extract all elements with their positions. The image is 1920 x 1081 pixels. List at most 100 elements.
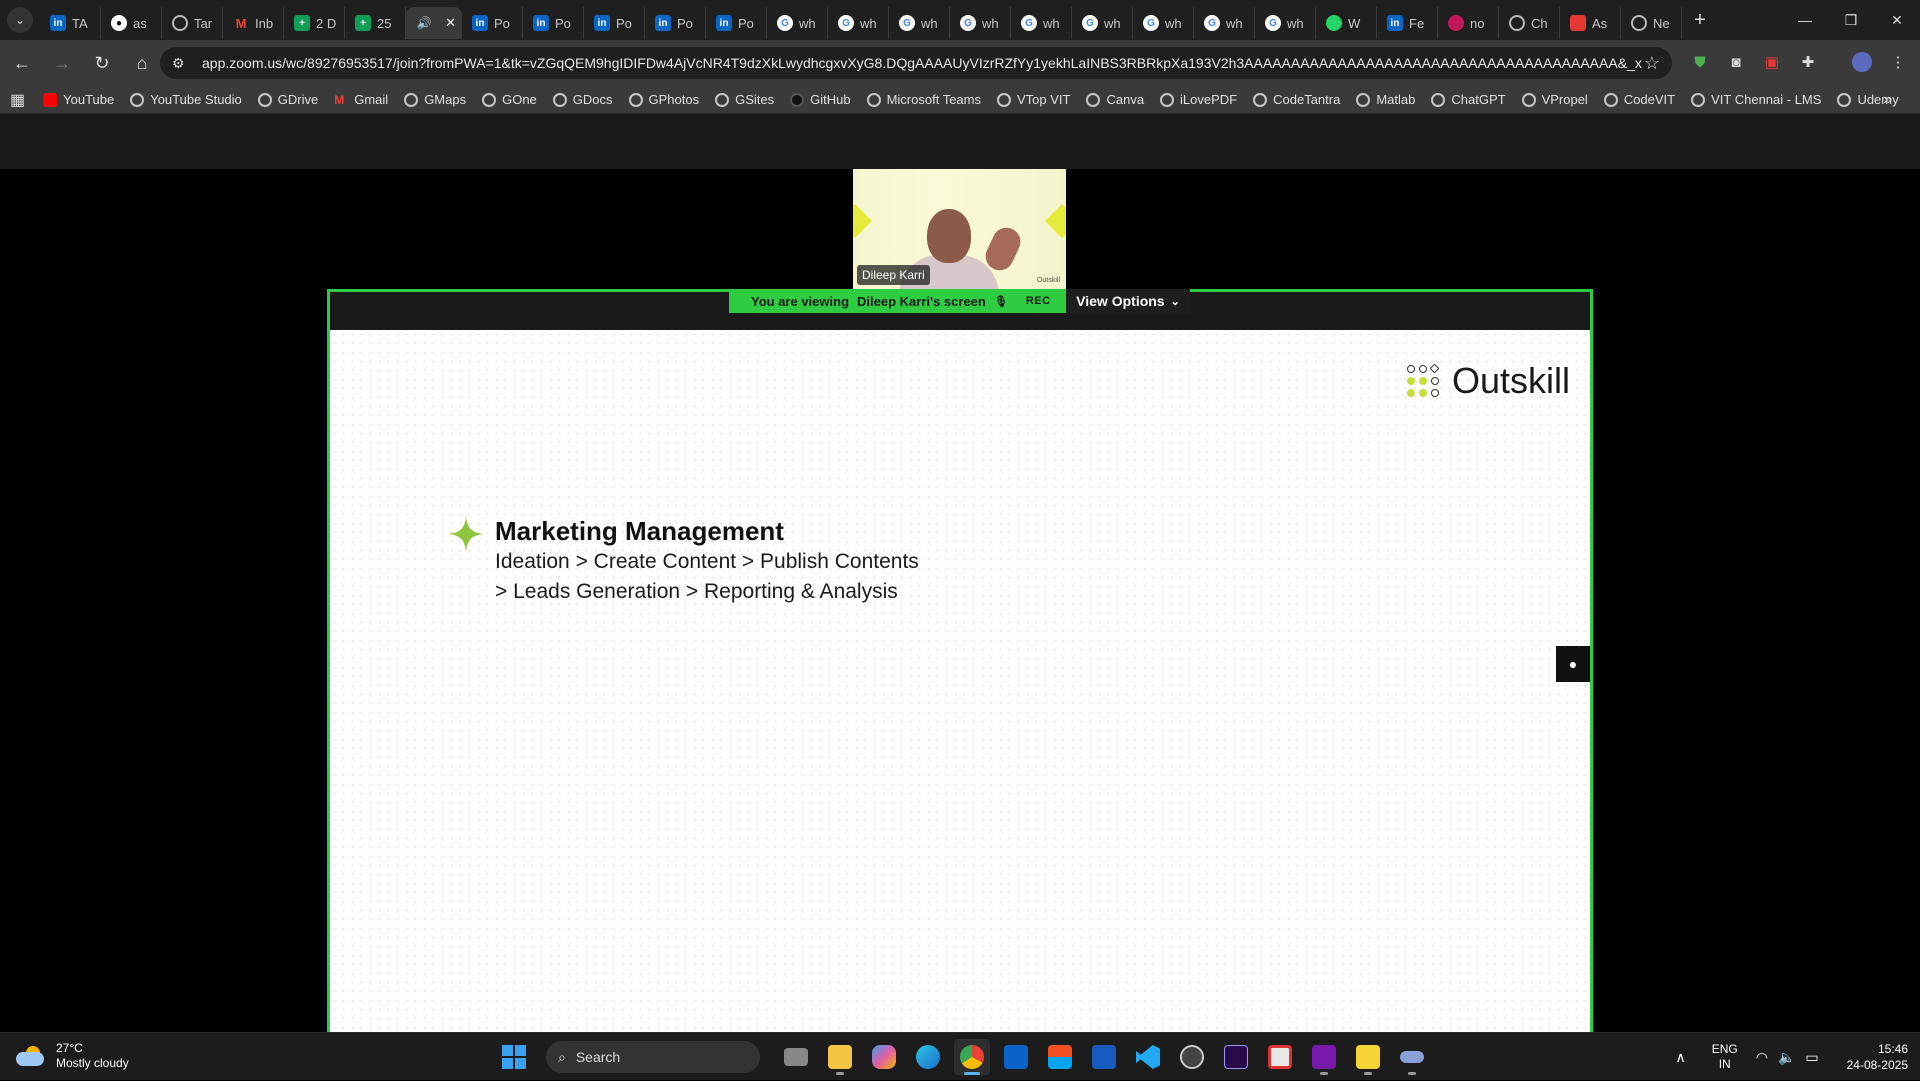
chat-widget-icon[interactable]: ● xyxy=(1556,646,1590,682)
browser-tab[interactable]: in Po xyxy=(523,7,584,39)
close-tab-icon[interactable]: ✕ xyxy=(445,15,456,31)
browser-tab[interactable]: in Fe xyxy=(1377,7,1438,39)
bookmark-item[interactable]: Canva xyxy=(1086,92,1144,107)
task-view-icon[interactable] xyxy=(778,1039,814,1075)
browser-tab[interactable]: Gwh xyxy=(1011,7,1072,39)
forward-button[interactable]: → xyxy=(44,45,80,81)
browser-tab[interactable]: Gwh xyxy=(828,7,889,39)
battery-icon[interactable]: ▭ xyxy=(1805,1049,1818,1066)
bookmark-item[interactable]: YouTube Studio xyxy=(130,92,242,107)
browser-tab[interactable]: +25 xyxy=(345,7,406,39)
browser-tab[interactable]: no xyxy=(1438,7,1499,39)
taskbar-search[interactable]: ⌕ Search xyxy=(546,1041,760,1073)
restore-button[interactable]: ❐ xyxy=(1828,0,1874,40)
browser-tab[interactable]: Ne xyxy=(1621,7,1682,39)
browser-tab[interactable]: M Inb xyxy=(223,7,284,39)
bookmark-item[interactable]: iLovePDF xyxy=(1160,92,1237,107)
browser-tab[interactable]: 🔊 ✕ xyxy=(406,7,462,39)
show-hidden-icons-icon[interactable]: ∧ xyxy=(1675,1049,1685,1066)
store-icon[interactable] xyxy=(1042,1039,1078,1075)
pocket-extension-icon[interactable]: ▣ xyxy=(1758,48,1786,76)
camera-extension-icon[interactable]: ◙ xyxy=(1722,48,1750,76)
more-bookmarks-icon[interactable]: » xyxy=(1883,91,1892,109)
shield-extension-icon[interactable]: ⛊ xyxy=(1686,48,1714,76)
bookmark-item[interactable]: VPropel xyxy=(1521,92,1588,107)
weather-widget[interactable]: 27°C Mostly cloudy xyxy=(16,1041,129,1071)
site-info-icon[interactable]: ⚙ xyxy=(172,55,192,72)
bookmark-item[interactable]: CodeTantra xyxy=(1253,92,1340,107)
copilot-icon[interactable] xyxy=(866,1039,902,1075)
zoom-app-icon[interactable] xyxy=(1394,1039,1430,1075)
word-icon[interactable] xyxy=(1086,1039,1122,1075)
start-button[interactable] xyxy=(502,1045,526,1069)
language-indicator[interactable]: ENG IN xyxy=(1712,1042,1738,1072)
wifi-icon[interactable]: ◠ xyxy=(1756,1049,1768,1066)
tab-search-button[interactable]: ⌄ xyxy=(0,0,40,40)
browser-tab[interactable]: in Po xyxy=(584,7,645,39)
bookmark-label: VTop VIT xyxy=(1017,92,1071,107)
bookmark-item[interactable]: GOne xyxy=(482,92,537,107)
browser-tab[interactable]: Tar xyxy=(162,7,223,39)
browser-tab[interactable]: Gwh xyxy=(1194,7,1255,39)
browser-tab[interactable]: Gwh xyxy=(767,7,828,39)
profile-avatar[interactable] xyxy=(1848,48,1876,76)
file-explorer-icon[interactable] xyxy=(822,1039,858,1075)
premiere-icon[interactable] xyxy=(1218,1039,1254,1075)
bookmark-item[interactable]: VTop VIT xyxy=(997,92,1070,107)
bookmark-star-icon[interactable]: ☆ xyxy=(1644,53,1660,74)
extensions-puzzle-icon[interactable]: ✚ xyxy=(1794,48,1822,76)
obs-icon[interactable] xyxy=(1174,1039,1210,1075)
bookmark-item[interactable]: ChatGPT xyxy=(1431,92,1506,107)
onenote-icon[interactable] xyxy=(1306,1039,1342,1075)
volume-icon[interactable]: 🔈 xyxy=(1778,1049,1795,1066)
browser-tab[interactable]: Gwh xyxy=(950,7,1011,39)
close-window-button[interactable]: ✕ xyxy=(1874,0,1920,40)
new-tab-button[interactable]: + xyxy=(1682,9,1718,32)
bookmark-item[interactable]: GPhotos xyxy=(628,92,699,107)
browser-tab[interactable]: W xyxy=(1316,7,1377,39)
bookmark-item[interactable]: YouTube xyxy=(43,92,114,107)
view-options-button[interactable]: View Options ⌄ xyxy=(1066,289,1190,313)
reload-button[interactable]: ↻ xyxy=(84,45,120,81)
bookmark-item[interactable]: Microsoft Teams xyxy=(866,92,981,107)
bookmark-item[interactable]: GDocs xyxy=(552,92,613,107)
edge-icon[interactable] xyxy=(910,1039,946,1075)
apps-grid-icon[interactable]: ▦ xyxy=(10,90,25,110)
browser-tab[interactable]: As xyxy=(1560,7,1621,39)
tab-label: wh xyxy=(860,15,877,31)
snipping-tool-icon[interactable] xyxy=(1262,1039,1298,1075)
home-button[interactable]: ⌂ xyxy=(124,45,160,81)
bookmark-item[interactable]: CodeVIT xyxy=(1603,92,1675,107)
sticky-notes-icon[interactable] xyxy=(1350,1039,1386,1075)
bookmark-item[interactable]: M Gmail xyxy=(334,92,388,107)
participant-video-tile[interactable]: Dileep Karri Outskill xyxy=(853,169,1066,289)
clock[interactable]: 15:46 24-08-2025 xyxy=(1847,1041,1908,1073)
viewing-prefix: You are viewing xyxy=(751,293,850,309)
browser-tab[interactable]: Ch xyxy=(1499,7,1560,39)
bookmark-favicon-icon xyxy=(1691,92,1706,107)
bookmark-item[interactable]: GSites xyxy=(715,92,774,107)
minimize-button[interactable]: — xyxy=(1782,0,1828,40)
url-text[interactable]: app.zoom.us/wc/89276953517/join?fromPWA=… xyxy=(202,55,1642,71)
browser-tab[interactable]: in Po xyxy=(706,7,767,39)
bookmark-item[interactable]: GitHub xyxy=(790,92,851,107)
bookmark-item[interactable]: Matlab xyxy=(1356,92,1415,107)
browser-tab[interactable]: Gwh xyxy=(889,7,950,39)
bookmark-item[interactable]: GDrive xyxy=(257,92,318,107)
browser-tab[interactable]: Gwh xyxy=(1072,7,1133,39)
browser-tab[interactable]: Gwh xyxy=(1133,7,1194,39)
browser-tab[interactable]: +2 D xyxy=(284,7,345,39)
browser-tab[interactable]: Gwh xyxy=(1255,7,1316,39)
browser-tab[interactable]: in Po xyxy=(462,7,523,39)
browser-menu-icon[interactable]: ⋮ xyxy=(1884,48,1912,76)
bookmark-item[interactable]: GMaps xyxy=(404,92,466,107)
address-bar[interactable]: ⚙ app.zoom.us/wc/89276953517/join?fromPW… xyxy=(160,47,1672,79)
browser-tab[interactable]: ● as xyxy=(101,7,162,39)
bookmark-item[interactable]: VIT Chennai - LMS xyxy=(1691,92,1821,107)
browser-tab[interactable]: in Po xyxy=(645,7,706,39)
chrome-icon[interactable] xyxy=(954,1039,990,1075)
browser-tab[interactable]: in TA xyxy=(40,7,101,39)
back-button[interactable]: ← xyxy=(4,45,40,81)
vscode-icon[interactable] xyxy=(1130,1039,1166,1075)
outlook-icon[interactable] xyxy=(998,1039,1034,1075)
